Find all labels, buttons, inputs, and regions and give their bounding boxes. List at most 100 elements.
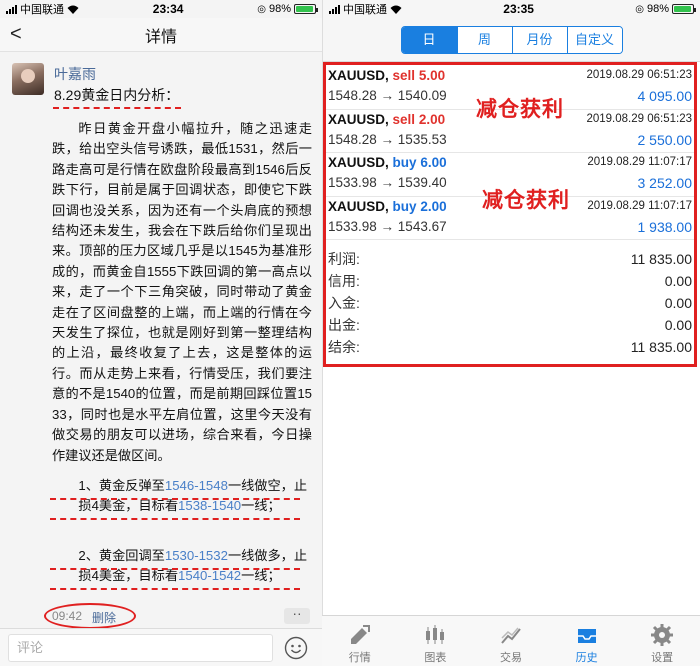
- tab-chart[interactable]: 图表: [398, 616, 474, 666]
- status-bar: 中国联通 23:35 ◎ 98%: [323, 0, 700, 18]
- trade-symbol: XAUUSD,: [328, 198, 389, 214]
- tab-history[interactable]: 历史: [549, 616, 625, 666]
- summary-value: 0.00: [664, 295, 692, 311]
- tab-quotes[interactable]: 行情: [322, 616, 398, 666]
- segment-day[interactable]: 日: [401, 26, 457, 53]
- summary-row-credit: 信用: 0.00: [326, 270, 694, 292]
- battery-percent: 98%: [268, 3, 291, 15]
- status-time: 23:34: [152, 2, 184, 16]
- trade-side: buy: [392, 198, 417, 214]
- wifi-icon: [390, 5, 402, 14]
- nav-bar: < 详情: [0, 18, 322, 52]
- summary-row-profit: 利润: 11 835.00: [326, 248, 694, 270]
- carrier-label: 中国联通: [343, 4, 387, 16]
- lock-rotation-icon: ◎: [635, 3, 644, 15]
- tab-bar: 行情 图表 交易 历史 设置: [322, 615, 700, 666]
- period-selector: 日 周 月份 自定义: [323, 18, 700, 62]
- summary-label: 出金:: [328, 317, 360, 333]
- trade-symbol: XAUUSD,: [328, 111, 389, 127]
- red-underline: [50, 568, 300, 570]
- left-phone-screen: 中国联通 23:34 ◎ 98% < 详情 叶嘉雨 8.29黄金日内分析： 昨日…: [0, 0, 322, 666]
- tab-label: 交易: [499, 652, 522, 664]
- post-meta: 09:42 删除: [52, 609, 116, 626]
- tab-settings[interactable]: 设置: [624, 616, 700, 666]
- summary-label: 结余:: [328, 339, 360, 355]
- plan-item-1: 1、黄金反弹至1546-1548一线做空，止损4美金，目标看1538-1540一…: [52, 476, 314, 517]
- summary-value: 11 835.00: [630, 251, 692, 267]
- trade-lots: 5.00: [418, 68, 446, 83]
- trade-date: 2019.08.29 06:51:23: [586, 69, 692, 81]
- emoji-icon[interactable]: [284, 636, 308, 660]
- trade-prices: 1548.28 → 1535.53: [328, 131, 447, 147]
- status-time: 23:35: [503, 2, 534, 16]
- quotes-icon: [350, 625, 370, 644]
- post-title: 8.29黄金日内分析：: [52, 87, 182, 109]
- trade-side: sell: [392, 68, 416, 83]
- author-name[interactable]: 叶嘉雨: [54, 64, 96, 84]
- delete-link[interactable]: 删除: [92, 609, 116, 626]
- page-title: 详情: [144, 28, 177, 46]
- red-underline: [50, 498, 300, 500]
- battery-icon: [294, 4, 318, 14]
- trade-profit: 4 095.00: [637, 88, 693, 104]
- plan-1-text-c: 一线；: [241, 498, 281, 514]
- trade-symbol: XAUUSD,: [328, 155, 389, 170]
- plan-2-range: 1530-1532: [164, 548, 228, 563]
- annotation-reduce-position-profit: 减仓获利: [476, 98, 564, 121]
- post-body: 昨日黄金开盘小幅拉升，随之迅速走跌，给出空头信号诱跌，最低1531，然后一路走高…: [52, 121, 312, 463]
- post: 叶嘉雨 8.29黄金日内分析： 昨日黄金开盘小幅拉升，随之迅速走跌，给出空头信号…: [0, 53, 322, 621]
- trade-profit: 1 938.00: [637, 218, 693, 235]
- signal-icon: [329, 4, 340, 14]
- post-time: 09:42: [52, 609, 83, 623]
- avatar[interactable]: [12, 63, 44, 95]
- plan-1-target: 1538-1540: [178, 498, 242, 514]
- lock-rotation-icon: ◎: [257, 3, 266, 15]
- trade-icon: [501, 627, 521, 644]
- annotation-reduce-position-profit: 减仓获利: [482, 189, 570, 212]
- trade-prices: 1533.98 → 1543.67: [328, 218, 447, 234]
- plan-2-text-a: 2、黄金回调至: [78, 548, 165, 563]
- trade-symbol: XAUUSD,: [328, 68, 389, 83]
- history-inbox-icon: [577, 629, 596, 643]
- trade-lots: 2.00: [418, 111, 446, 127]
- back-icon[interactable]: <: [10, 24, 22, 44]
- trade-date: 2019.08.29 11:07:17: [587, 156, 692, 168]
- segment-month[interactable]: 月份: [511, 26, 567, 53]
- comment-input[interactable]: 评论: [8, 634, 273, 662]
- wifi-icon: [67, 5, 79, 14]
- plan-1-range: 1546-1548: [164, 478, 228, 493]
- battery-percent: 98%: [646, 3, 669, 15]
- signal-icon: [6, 4, 17, 14]
- trade-profit: 2 550.00: [637, 131, 693, 148]
- more-button[interactable]: ··: [284, 606, 310, 624]
- summary-row-withdrawal: 出金: 0.00: [326, 314, 694, 336]
- red-underline: [50, 588, 300, 590]
- segment-week[interactable]: 周: [456, 26, 512, 53]
- summary-value: 0.00: [664, 273, 692, 289]
- segment-custom[interactable]: 自定义: [566, 26, 622, 53]
- plan-2-text-c: 一线；: [241, 568, 281, 584]
- trade-lots: 2.00: [420, 198, 447, 214]
- tab-label: 行情: [348, 652, 371, 664]
- summary-value: 0.00: [664, 317, 692, 333]
- tab-label: 设置: [651, 652, 674, 664]
- comment-bar: 评论: [0, 628, 322, 666]
- tab-label: 图表: [424, 652, 447, 664]
- account-summary: 利润: 11 835.00 信用: 0.00 入金: 0.00 出金: 0.00 结余:…: [326, 248, 694, 358]
- trade-profit: 3 252.00: [637, 175, 693, 191]
- summary-row-balance: 结余: 11 835.00: [326, 336, 694, 358]
- summary-row-deposit: 入金: 0.00: [326, 292, 694, 314]
- tab-trade[interactable]: 交易: [473, 616, 549, 666]
- trade-lots: 6.00: [420, 155, 447, 170]
- plan-2-target: 1540-1542: [178, 568, 242, 584]
- plan-1-text-a: 1、黄金反弹至: [78, 478, 165, 493]
- chart-candles-icon: [426, 625, 445, 644]
- trade-date: 2019.08.29 11:07:17: [587, 199, 692, 212]
- gear-icon: [651, 624, 674, 646]
- trade-side: sell: [392, 111, 416, 127]
- red-underline: [50, 518, 300, 520]
- tab-label: 历史: [575, 652, 598, 664]
- summary-label: 信用:: [328, 273, 360, 289]
- trade-side: buy: [392, 155, 417, 170]
- summary-value: 11 835.00: [630, 339, 692, 355]
